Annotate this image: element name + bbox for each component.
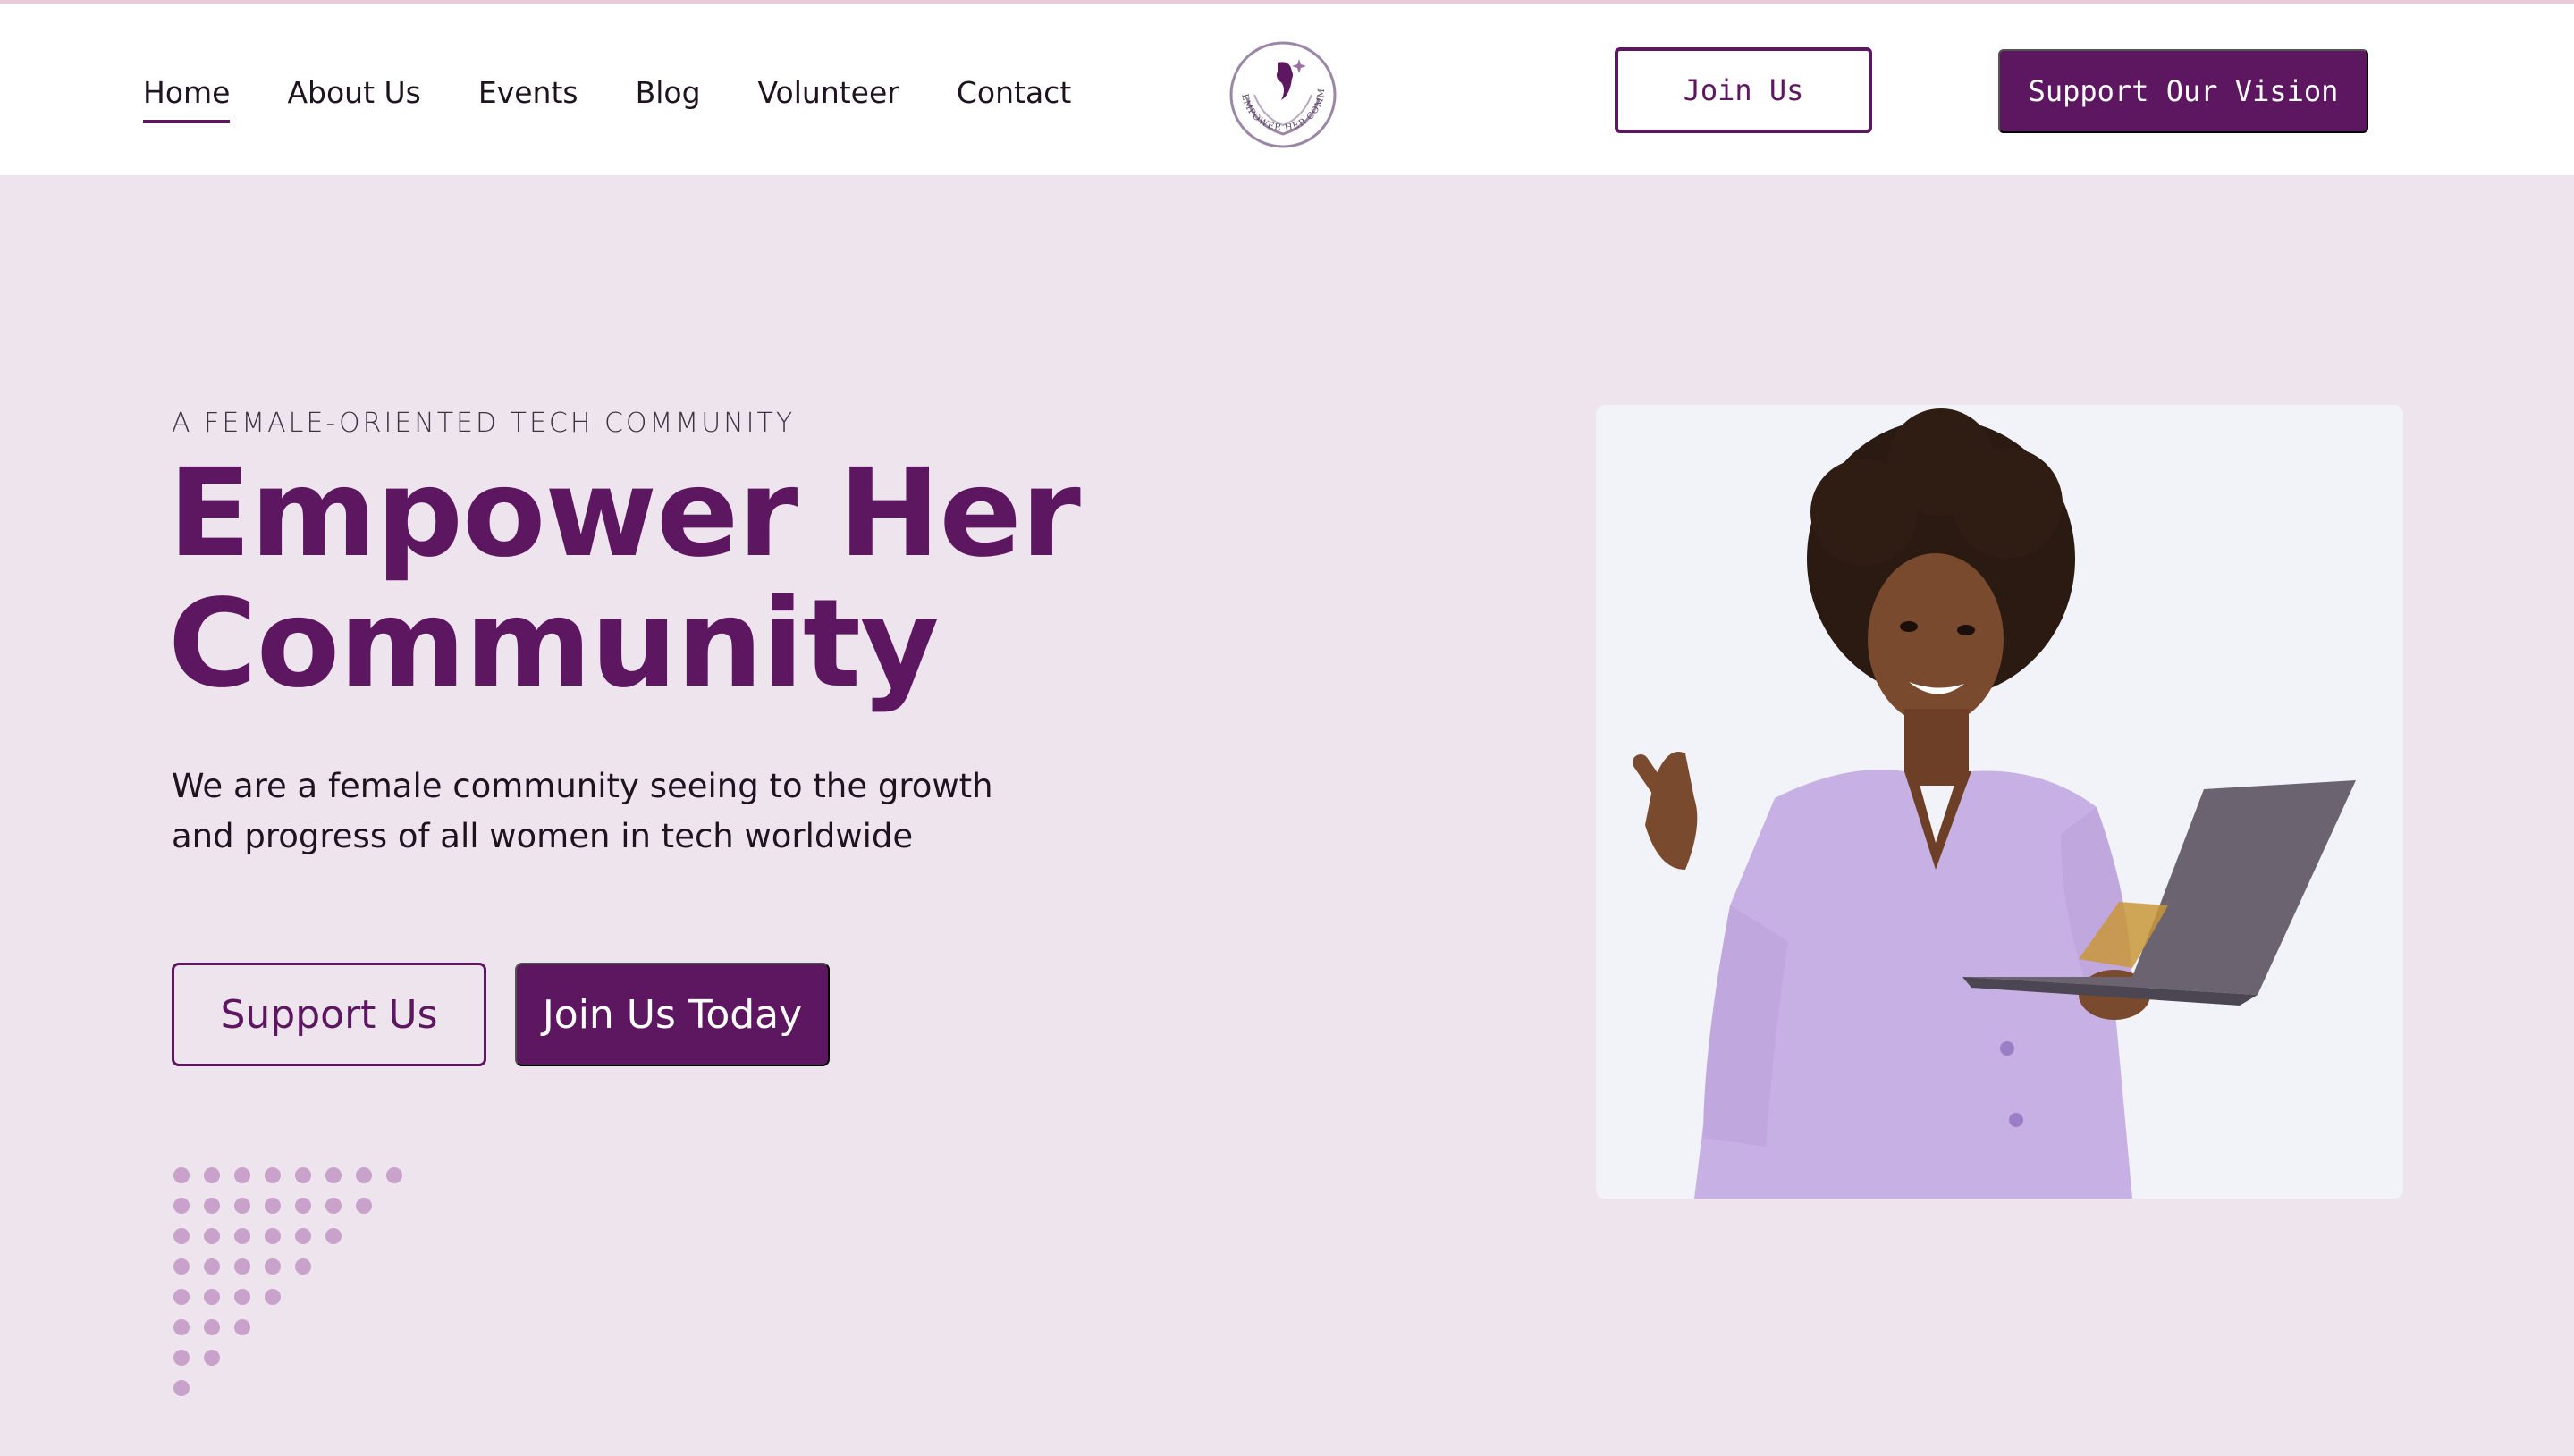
site-logo[interactable]: EMPOWER HER COMMUNITY — [1223, 29, 1339, 156]
nav-item-blog[interactable]: Blog — [636, 66, 701, 120]
hero-eyebrow: A FEMALE-ORIENTED TECH COMMUNITY — [172, 408, 796, 439]
hero-title-line-2: Community — [168, 574, 940, 715]
hero-title-line-1: Empower Her — [168, 443, 1081, 585]
nav-item-home[interactable]: Home — [143, 66, 231, 123]
hero-description: We are a female community seeing to the … — [172, 767, 993, 855]
hero-title: Empower Her Community — [168, 449, 1241, 710]
site-header: Home About Us Events Blog Volunteer Cont… — [0, 4, 2574, 175]
decorative-dot-pattern — [173, 1167, 402, 1396]
join-us-today-button[interactable]: Join Us Today — [515, 963, 830, 1066]
hero-image — [1596, 405, 2403, 1199]
main-nav: Home About Us Events Blog Volunteer Cont… — [143, 66, 1128, 123]
woman-with-laptop-illustration — [1596, 405, 2403, 1199]
nav-item-volunteer[interactable]: Volunteer — [758, 66, 899, 120]
nav-item-contact[interactable]: Contact — [957, 66, 1071, 120]
nav-item-about-us[interactable]: About Us — [287, 66, 420, 120]
join-us-button[interactable]: Join Us — [1615, 47, 1872, 133]
nav-item-events[interactable]: Events — [478, 66, 578, 120]
support-our-vision-button[interactable]: Support Our Vision — [1998, 49, 2368, 133]
support-us-button[interactable]: Support Us — [172, 963, 486, 1066]
